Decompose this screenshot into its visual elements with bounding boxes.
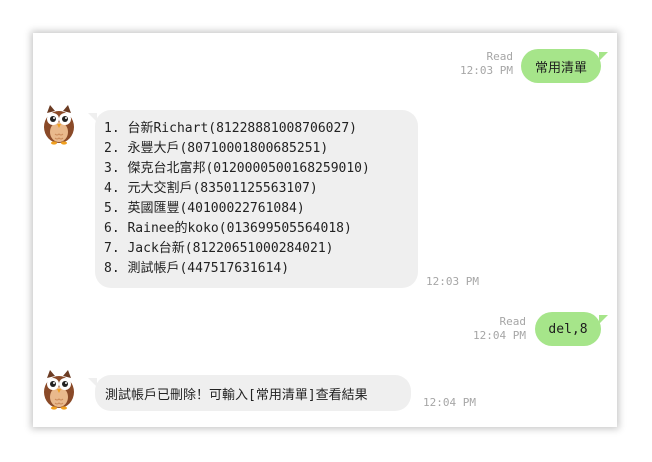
read-status: Read [499, 315, 527, 328]
message-time: 12:04 PM [423, 396, 476, 409]
list-item: 3. 傑克台北富邦(0120000500168259010) [104, 161, 370, 176]
incoming-message-text: 測試帳戶已刪除！可輸入[常用清單]查看結果 [105, 387, 368, 403]
bubble-tail [599, 52, 608, 61]
read-receipt: Read 12:04 PM [446, 315, 526, 343]
list-item: 5. 英國匯豐(40100022761084) [104, 201, 305, 216]
chat-window: Read 12:03 PM 常用清單 1. 台新Richart(81228881… [33, 33, 617, 427]
message-time: 12:03 PM [426, 275, 479, 288]
account-list: 1. 台新Richart(812288810087060​27) 2. 永豐大戶… [104, 119, 370, 279]
incoming-message-bubble[interactable]: 測試帳戶已刪除！可輸入[常用清單]查看結果 [95, 375, 411, 411]
bubble-tail [599, 315, 608, 324]
outgoing-message-text: 常用清單 [534, 60, 587, 76]
list-item: 7. Jack台新(81220651000284021) [104, 241, 334, 256]
owl-avatar-icon[interactable] [41, 368, 77, 410]
list-item: 1. 台新Richart(812288810087060​27) [104, 121, 357, 136]
list-item: 6. Rainee的koko(013699505564018) [104, 221, 352, 236]
outgoing-message-bubble[interactable]: 常用清單 [521, 49, 601, 83]
message-time: 12:03 PM [460, 64, 513, 77]
read-status: Read [486, 50, 514, 63]
owl-avatar-icon[interactable] [41, 103, 77, 145]
list-item: 2. 永豐大戶(807100018006852​51) [104, 141, 329, 156]
incoming-message-bubble[interactable]: 1. 台新Richart(812288810087060​27) 2. 永豐大戶… [95, 110, 418, 288]
list-item: 4. 元大交割戶(83501125563107) [104, 181, 318, 196]
message-time: 12:04 PM [473, 329, 526, 342]
list-item: 8. 測試帳戶(447517631614) [104, 261, 290, 276]
read-receipt: Read 12:03 PM [433, 50, 513, 78]
outgoing-message-text: del,8 [548, 321, 588, 337]
outgoing-message-bubble[interactable]: del,8 [535, 312, 601, 346]
